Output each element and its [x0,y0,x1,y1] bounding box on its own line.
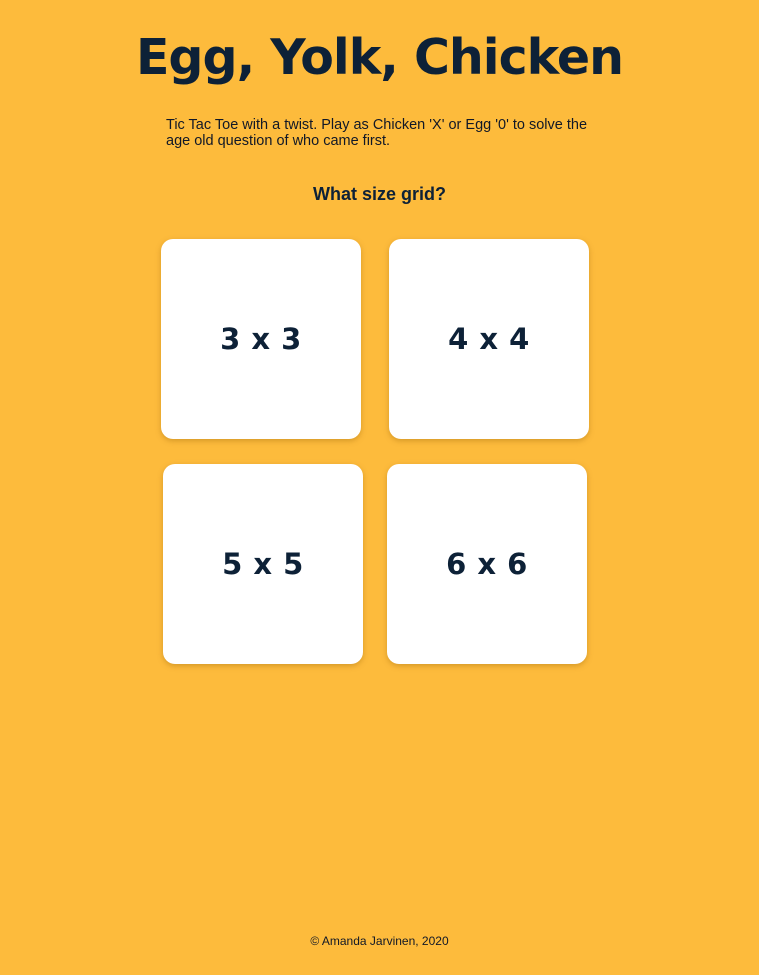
grid-option-label: 3 x 3 [220,322,302,356]
grid-option-4x4-button[interactable]: 4 x 4 [389,239,589,439]
grid-option-6x6-button[interactable]: 6 x 6 [387,464,587,664]
grid-option-label: 4 x 4 [448,322,530,356]
grid-option-3x3-button[interactable]: 3 x 3 [161,239,361,439]
grid-option-label: 6 x 6 [446,547,528,581]
grid-option-label: 5 x 5 [222,547,304,581]
grid-size-question: What size grid? [312,184,446,204]
footer-copyright: © Amanda Jarvinen, 2020 [310,934,449,948]
page-title: Egg, Yolk, Chicken [135,29,624,86]
grid-option-5x5-button[interactable]: 5 x 5 [163,464,363,664]
intro-text: Tic Tac Toe with a twist. Play as Chicke… [166,117,588,149]
